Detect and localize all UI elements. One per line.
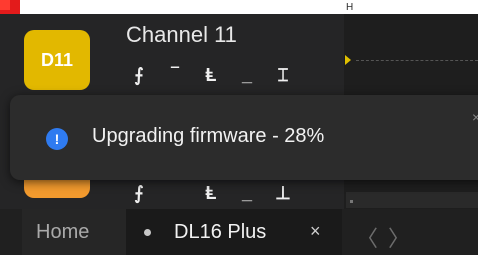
tab-dl16-plus[interactable]: DL16 Plus × [126, 209, 342, 255]
high-level-icon[interactable]: ‾ [166, 66, 184, 84]
tab-prev-button[interactable]: 〈 [356, 221, 378, 253]
tab-home-label: Home [36, 221, 90, 243]
falling-edge-icon[interactable]: Ⱡ [202, 66, 220, 84]
either-edge-icon[interactable]: ⊥ [274, 184, 292, 202]
ruler-h-label: H [346, 2, 354, 13]
trigger-toolbar-next: ⨍ Ⱡ _ ⊥ [130, 180, 292, 202]
rising-edge-icon[interactable]: ⨍ [130, 184, 148, 202]
channel-badge[interactable]: D11 [24, 30, 90, 90]
red-accent [0, 0, 20, 14]
low-level-icon[interactable]: _ [238, 184, 256, 202]
low-level-icon[interactable]: _ [238, 66, 256, 84]
waveform-dashed-line [356, 60, 478, 61]
channel-badge-label: D11 [40, 49, 74, 70]
unsaved-dot-icon [144, 229, 151, 236]
app-window: H D11 Channel 11 ⨍ ‾ Ⱡ _ ⌶ ⨍ Ⱡ _ ⊥ ! Upg… [0, 0, 478, 255]
rising-edge-icon[interactable]: ⨍ [130, 66, 148, 84]
falling-edge-icon[interactable]: Ⱡ [202, 184, 220, 202]
tab-close-button[interactable]: × [310, 221, 321, 242]
trigger-marker-icon[interactable] [345, 55, 351, 65]
tab-home[interactable]: Home [22, 209, 126, 255]
toast-message: Upgrading firmware - 28% [92, 125, 325, 147]
tab-bar: Home DL16 Plus × 〈 〉 [0, 209, 478, 255]
channel-title: Channel 11 [126, 22, 237, 47]
trigger-toolbar: ⨍ ‾ Ⱡ _ ⌶ [130, 60, 292, 84]
either-edge-icon[interactable]: ⌶ [274, 66, 292, 84]
tab-next-button[interactable]: 〉 [388, 221, 410, 253]
tab-active-label: DL16 Plus [174, 221, 267, 243]
toast-close-button[interactable]: × [472, 109, 478, 125]
waveform-scrollbar[interactable] [346, 192, 478, 208]
info-icon: ! [46, 128, 68, 150]
top-strip: H [0, 0, 478, 14]
scroll-dot [350, 200, 353, 203]
firmware-toast: ! Upgrading firmware - 28% × [10, 95, 478, 180]
